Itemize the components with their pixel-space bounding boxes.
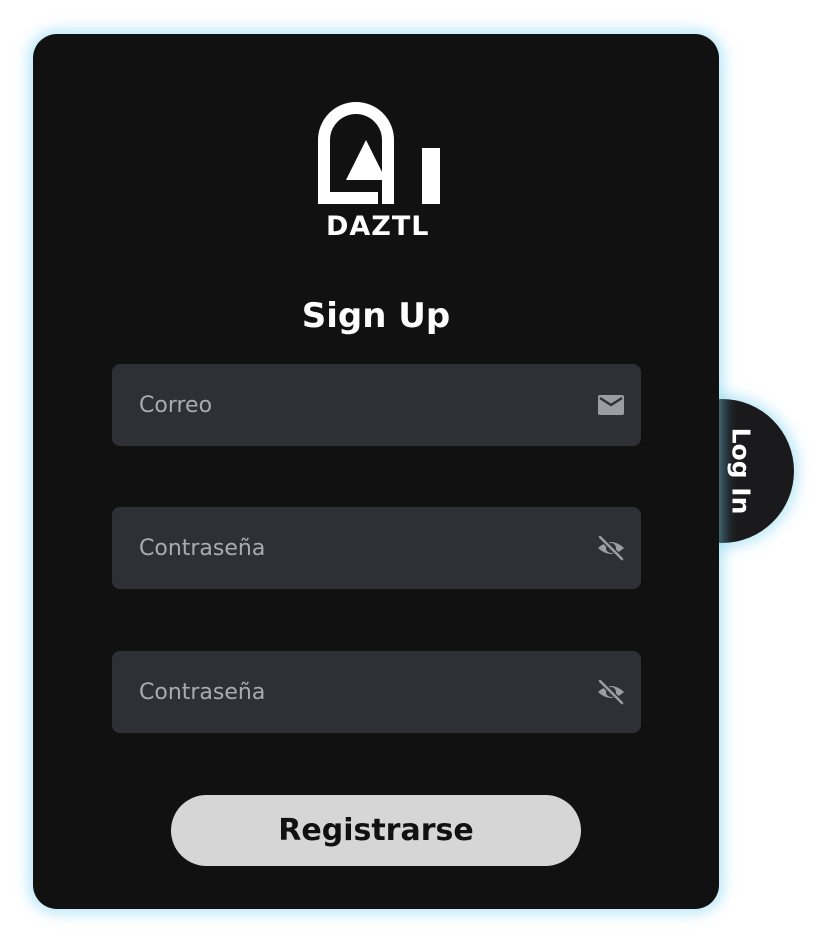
register-button[interactable]: Registrarse bbox=[171, 795, 581, 866]
eye-slash-icon[interactable] bbox=[596, 533, 626, 563]
password-field[interactable] bbox=[112, 507, 641, 589]
logo-wordmark: DAZTL bbox=[326, 211, 430, 242]
logo-mark-icon bbox=[318, 102, 440, 204]
confirm-password-field[interactable] bbox=[112, 651, 641, 733]
confirm-password-input[interactable] bbox=[112, 651, 572, 733]
email-input[interactable] bbox=[112, 364, 572, 446]
password-input[interactable] bbox=[112, 507, 572, 589]
eye-slash-icon[interactable] bbox=[596, 677, 626, 707]
page-title: Sign Up bbox=[301, 296, 451, 336]
daztl-logo: DAZTL bbox=[316, 100, 444, 245]
email-field[interactable] bbox=[112, 364, 641, 446]
envelope-icon bbox=[598, 395, 624, 415]
signup-screen: Log In DAZTL Sign Up Correo Registrarse bbox=[0, 0, 824, 943]
login-tab-label[interactable]: Log In bbox=[727, 428, 756, 515]
